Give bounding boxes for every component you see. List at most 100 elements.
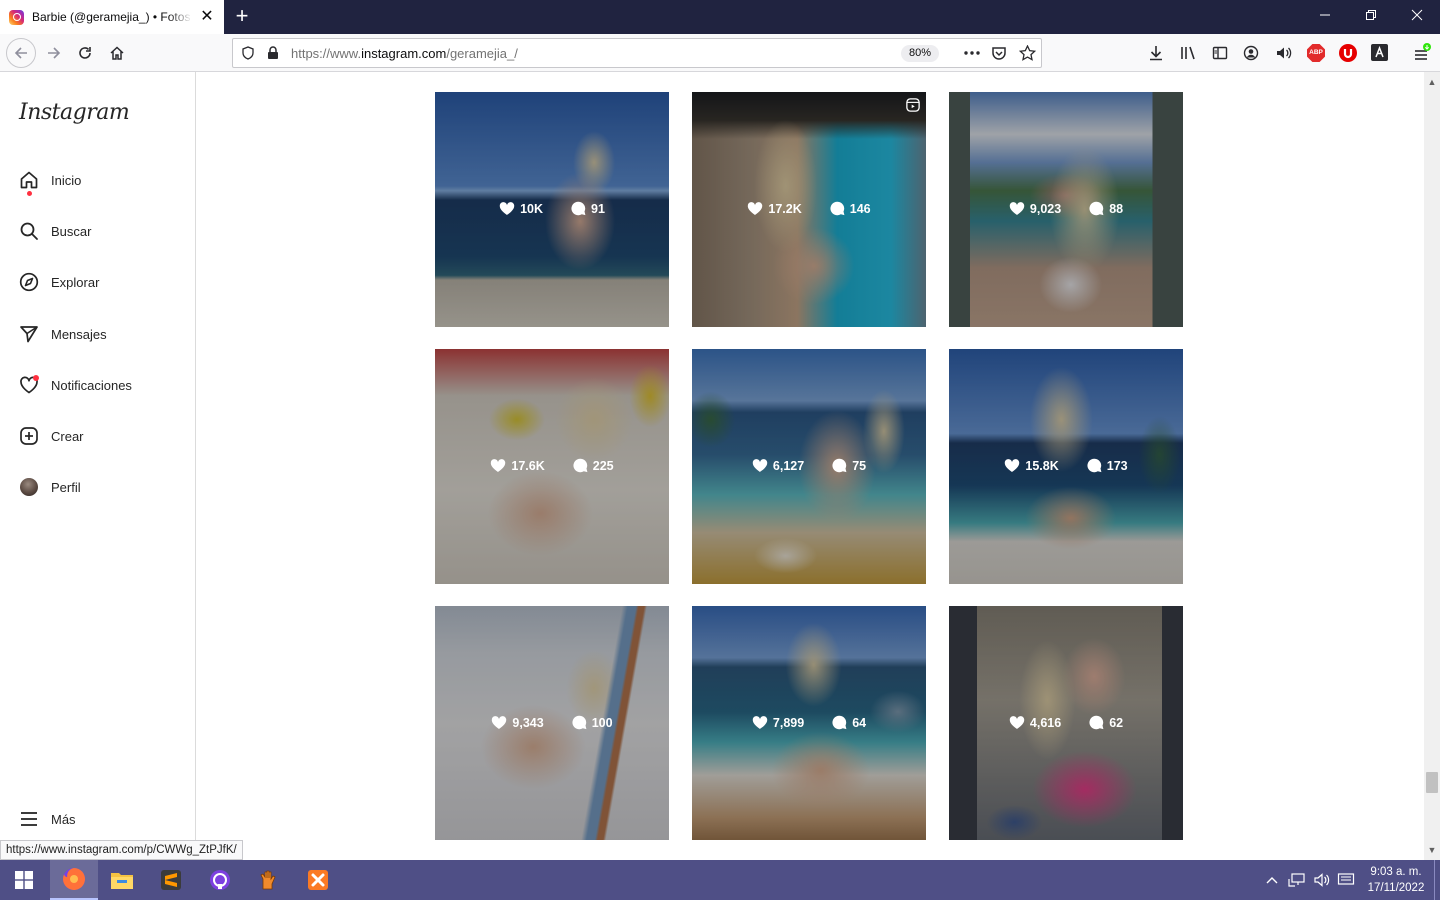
reload-button[interactable] — [71, 39, 99, 67]
comment-bubble-icon — [573, 458, 588, 473]
menu-button[interactable] — [1412, 43, 1432, 63]
pocket-icon[interactable] — [991, 45, 1007, 61]
post-tile[interactable]: 9,343 100 — [435, 606, 669, 840]
nav-item-inicio[interactable]: Inicio — [0, 158, 195, 202]
scrollbar-thumb[interactable] — [1426, 772, 1438, 793]
likes-heart-icon — [752, 459, 768, 472]
hamburger-menu-icon — [18, 808, 40, 830]
nav-label: Buscar — [51, 223, 92, 239]
back-button[interactable] — [6, 38, 36, 68]
browser-tab[interactable]: Barbie (@geramejia_) • Fotos y videos ✕ — [0, 0, 224, 34]
nav-item-notificaciones[interactable]: Notificaciones — [0, 363, 195, 407]
ime-keyboard-icon[interactable] — [1334, 860, 1358, 900]
minimize-button[interactable] — [1302, 0, 1348, 34]
nav-item-crear[interactable]: Crear — [0, 414, 195, 458]
likes-heart-icon — [499, 202, 515, 215]
page-scrollbar[interactable]: ▲ ▼ — [1424, 72, 1440, 860]
compass-icon — [18, 271, 40, 293]
home-button[interactable] — [103, 39, 131, 67]
nav-item-mas[interactable]: Más — [0, 797, 195, 841]
nav-item-buscar[interactable]: Buscar — [0, 209, 195, 253]
post-stats: 9,343 100 — [435, 715, 669, 730]
sidebar-toggle-icon[interactable] — [1212, 45, 1228, 61]
scroll-down-arrow-icon[interactable]: ▼ — [1424, 842, 1440, 858]
nav-label: Mensajes — [51, 326, 107, 342]
post-tile[interactable]: 7,899 64 — [692, 606, 926, 840]
comments-count: 64 — [852, 715, 867, 730]
post-tile[interactable]: 9,023 88 — [949, 92, 1183, 327]
close-window-button[interactable] — [1394, 0, 1440, 34]
start-button[interactable] — [0, 860, 48, 900]
plus-square-icon — [18, 425, 40, 447]
account-icon[interactable] — [1243, 45, 1259, 61]
windows-logo-icon — [15, 871, 33, 889]
tray-expand-icon[interactable] — [1262, 860, 1282, 900]
nav-item-mensajes[interactable]: Mensajes — [0, 312, 195, 356]
zoom-level-badge[interactable]: 80% — [901, 45, 939, 62]
taskbar-github-desktop[interactable] — [196, 860, 244, 900]
bookmark-star-icon[interactable] — [1019, 45, 1036, 61]
likes-heart-icon — [492, 716, 507, 729]
comments-count: 173 — [1106, 458, 1128, 473]
firefox-icon — [62, 868, 85, 890]
nav-item-perfil[interactable]: Perfil — [0, 465, 195, 509]
profile-post-grid: 10K 91 17.2K 146 9,023 88 17.6K 225 6,12… — [196, 72, 1424, 840]
scroll-up-arrow-icon[interactable]: ▲ — [1424, 74, 1440, 90]
post-tile[interactable]: 6,127 75 — [692, 349, 926, 584]
url-bar[interactable]: https://www.instagram.com/geramejia_/ 80… — [232, 38, 1042, 68]
comment-bubble-icon — [1087, 458, 1102, 473]
forward-button[interactable] — [40, 39, 68, 67]
post-stats: 9,023 88 — [949, 201, 1183, 216]
post-tile[interactable]: 10K 91 — [435, 92, 669, 327]
notification-dot — [26, 191, 32, 196]
taskbar-firefox[interactable] — [50, 860, 98, 900]
comments-count: 100 — [591, 715, 613, 730]
post-tile[interactable]: 15.8K 173 — [949, 349, 1183, 584]
volume-icon[interactable] — [1310, 860, 1334, 900]
instagram-favicon-icon — [9, 9, 24, 25]
likes-heart-icon — [752, 716, 768, 729]
post-tile[interactable]: 4,616 62 — [949, 606, 1183, 840]
likes-count: 6,127 — [772, 458, 805, 473]
comment-bubble-icon — [1089, 715, 1104, 730]
clock-time: 9:03 a. m. — [1370, 866, 1422, 878]
nav-item-explorar[interactable]: Explorar — [0, 260, 195, 304]
downloads-icon[interactable] — [1148, 45, 1164, 61]
restore-button[interactable] — [1348, 0, 1394, 34]
likes-heart-icon — [748, 202, 763, 215]
ublock-icon[interactable] — [1339, 44, 1357, 62]
shield-icon[interactable] — [241, 46, 255, 60]
instagram-logo[interactable]: Instagram — [19, 100, 130, 125]
adblock-plus-icon[interactable]: ABP — [1307, 44, 1325, 62]
lock-icon[interactable] — [267, 46, 279, 60]
taskbar-sublime-text[interactable] — [147, 860, 195, 900]
search-icon — [18, 220, 40, 242]
browser-titlebar: Barbie (@geramejia_) • Fotos y videos ✕ … — [0, 0, 1440, 34]
extension-icon[interactable] — [1371, 44, 1388, 61]
speaker-icon[interactable] — [1275, 45, 1292, 61]
url-text[interactable]: https://www.instagram.com/geramejia_/ — [291, 46, 518, 61]
profile-avatar — [18, 476, 40, 498]
likes-heart-icon — [491, 459, 506, 472]
library-icon[interactable] — [1180, 45, 1197, 61]
taskbar-app-glove[interactable] — [245, 860, 293, 900]
taskbar-file-explorer[interactable] — [98, 860, 146, 900]
taskbar-xampp[interactable] — [294, 860, 342, 900]
post-tile[interactable]: 17.6K 225 — [435, 349, 669, 584]
close-tab-icon[interactable]: ✕ — [198, 8, 216, 26]
likes-heart-icon — [1009, 716, 1025, 729]
post-tile[interactable]: 17.2K 146 — [692, 92, 926, 327]
comments-count: 88 — [1109, 201, 1124, 216]
post-stats: 4,616 62 — [949, 715, 1183, 730]
new-tab-button[interactable]: + — [230, 4, 254, 30]
home-icon — [18, 169, 40, 196]
link-status-url: https://www.instagram.com/p/CWWg_ZtPJfK/ — [0, 840, 243, 860]
notification-dot — [33, 375, 39, 381]
github-icon — [210, 870, 230, 890]
network-icon[interactable] — [1285, 860, 1309, 900]
more-actions-icon[interactable] — [963, 48, 981, 58]
taskbar-clock[interactable]: 9:03 a. m. 17/11/2022 — [1360, 864, 1432, 896]
comment-bubble-icon — [572, 715, 587, 730]
likes-count: 4,616 — [1029, 715, 1062, 730]
show-desktop-button[interactable] — [1434, 860, 1440, 900]
